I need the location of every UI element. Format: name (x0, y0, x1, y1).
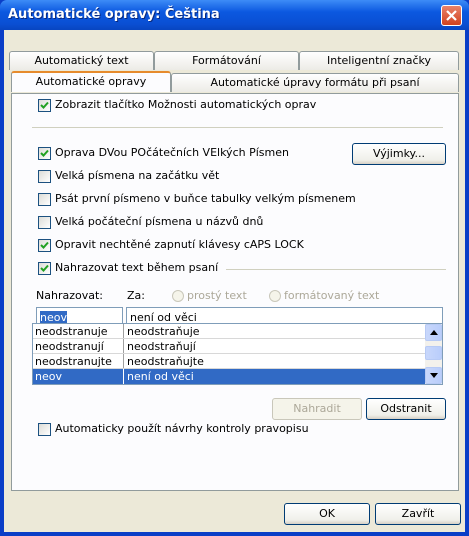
tab-smart-tags[interactable]: Inteligentní značky (299, 51, 459, 70)
close-button[interactable] (441, 5, 462, 26)
tab-formatting[interactable]: Formátování (154, 51, 299, 70)
tab-autocorrect[interactable]: Automatické opravy (11, 71, 171, 92)
dialog-client: Automatický text Formátování Inteligentn… (4, 30, 465, 532)
tab-autotext[interactable]: Automatický text (9, 51, 154, 70)
autocorrect-panel (11, 93, 459, 491)
close-icon (446, 10, 457, 21)
tab-autoformat-as-you-type[interactable]: Automatické úpravy formátu při psaní (171, 73, 459, 92)
title-bar[interactable]: Automatické opravy: Čeština (0, 0, 469, 30)
window-title: Automatické opravy: Čeština (8, 7, 220, 22)
dialog-window: Automatické opravy: Čeština Automatický … (0, 0, 469, 536)
